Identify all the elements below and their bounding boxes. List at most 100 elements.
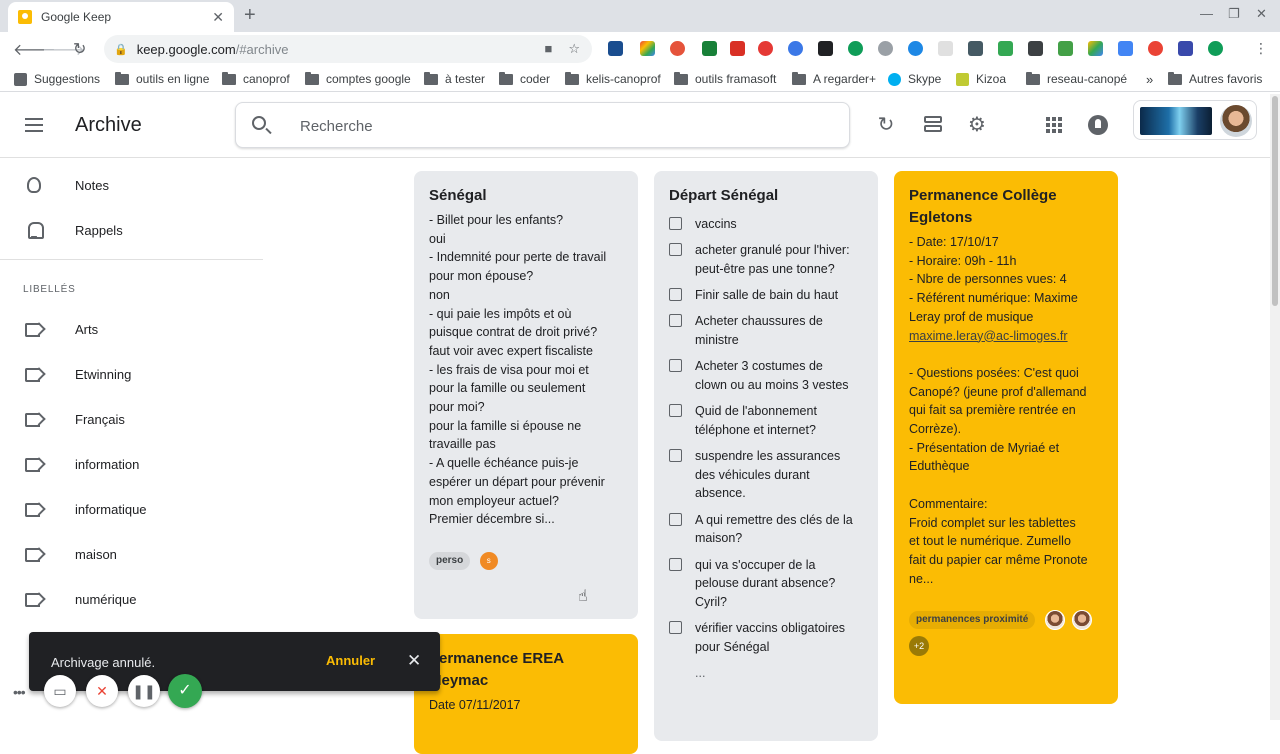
settings-gear-icon[interactable]: ⚙ bbox=[966, 114, 988, 136]
bookmark-folder-coder[interactable]: coder bbox=[499, 71, 550, 86]
extension-icon-20[interactable] bbox=[1178, 41, 1193, 56]
extension-icon-1[interactable] bbox=[608, 41, 623, 56]
note-card-senegal[interactable]: Sénégal - Billet pour les enfants? oui -… bbox=[414, 171, 638, 619]
extension-icon-2[interactable] bbox=[640, 41, 655, 56]
address-bar[interactable]: 🔒 keep.google.com/#archive ■ ☆ bbox=[104, 35, 592, 63]
bookmarks-overflow-chevron-icon[interactable]: » bbox=[1146, 72, 1153, 87]
snackbar-close-icon[interactable]: ✕ bbox=[407, 651, 421, 671]
avatar[interactable] bbox=[1220, 105, 1252, 137]
undo-button[interactable]: Annuler bbox=[326, 653, 375, 668]
checkbox[interactable] bbox=[669, 512, 682, 526]
maximize-button[interactable]: ❐ bbox=[1228, 6, 1240, 22]
checklist-item[interactable]: Acheter 3 costumes de clown ou au moins 3… bbox=[669, 357, 863, 394]
bookmark-folder-reseau-canope[interactable]: reseau-canopé bbox=[1026, 71, 1127, 86]
sidebar-item-label-informatique[interactable]: informatique bbox=[0, 489, 265, 529]
recorder-cancel-icon[interactable]: ✕ bbox=[86, 675, 118, 707]
new-tab-button[interactable]: + bbox=[244, 4, 256, 27]
extension-icon-14[interactable] bbox=[998, 41, 1013, 56]
page-scrollbar[interactable] bbox=[1270, 94, 1280, 720]
checklist-item[interactable]: acheter granulé pour l'hiver: peut-être p… bbox=[669, 241, 863, 278]
sidebar-item-label-etwinning[interactable]: Etwinning bbox=[0, 354, 265, 394]
google-drive-icon[interactable] bbox=[1088, 41, 1103, 56]
checkbox[interactable] bbox=[669, 404, 682, 418]
sidebar-item-label-maison[interactable]: maison bbox=[0, 534, 265, 574]
checklist-item[interactable]: Finir salle de bain du haut bbox=[669, 286, 863, 305]
sidebar-item-label-numerique[interactable]: numérique bbox=[0, 579, 265, 619]
browser-tab[interactable]: Google Keep ✕ bbox=[8, 2, 234, 32]
checklist-item[interactable]: qui va s'occuper de la pelouse durant abs… bbox=[669, 556, 863, 612]
recorder-camera-icon[interactable]: ▭ bbox=[44, 675, 76, 707]
extension-icon-18[interactable] bbox=[1118, 41, 1133, 56]
search-icon[interactable] bbox=[252, 116, 266, 130]
bookmark-folder-a-tester[interactable]: à tester bbox=[424, 71, 485, 86]
search-bar[interactable] bbox=[235, 102, 850, 148]
checkbox[interactable] bbox=[669, 621, 682, 635]
bookmark-suggestions[interactable]: Suggestions bbox=[14, 72, 100, 86]
note-card-permanence-erea[interactable]: Permanence EREA Meymac Date 07/11/2017 bbox=[414, 634, 638, 754]
extension-icon-12[interactable] bbox=[938, 41, 953, 56]
extension-icon-7[interactable] bbox=[788, 41, 803, 56]
extension-icon-3[interactable] bbox=[670, 41, 685, 56]
tab-close-icon[interactable]: ✕ bbox=[212, 9, 224, 26]
minimize-button[interactable]: — bbox=[1200, 6, 1213, 21]
bookmark-folder-outils-framasoft[interactable]: outils framasoft bbox=[674, 71, 776, 86]
extension-icon-13[interactable] bbox=[968, 41, 983, 56]
extension-icon-9[interactable] bbox=[848, 41, 863, 56]
refresh-icon[interactable]: ↻ bbox=[875, 114, 897, 136]
bookmark-folder-canoprof[interactable]: canoprof bbox=[222, 71, 290, 86]
notifications-icon[interactable] bbox=[1087, 114, 1109, 136]
bookmark-skype[interactable]: Skype bbox=[888, 72, 941, 86]
checklist-item[interactable]: Quid de l'abonnement téléphone et interne… bbox=[669, 402, 863, 439]
recorder-pause-icon[interactable]: ❚❚ bbox=[128, 675, 160, 707]
checkbox[interactable] bbox=[669, 449, 682, 463]
extension-icon-16[interactable] bbox=[1058, 41, 1073, 56]
checkbox[interactable] bbox=[669, 288, 682, 302]
extension-icon-8[interactable] bbox=[818, 41, 833, 56]
bookmark-folder-kelis-canoprof[interactable]: kelis-canoprof bbox=[565, 71, 661, 86]
bookmark-star-icon[interactable]: ☆ bbox=[568, 41, 580, 57]
extension-icon-10[interactable] bbox=[878, 41, 893, 56]
extension-icon-6[interactable] bbox=[758, 41, 773, 56]
checklist-item[interactable]: vaccins bbox=[669, 215, 863, 234]
browser-menu-icon[interactable]: ⋮ bbox=[1254, 40, 1268, 57]
main-menu-icon[interactable] bbox=[25, 118, 43, 132]
camera-icon[interactable]: ■ bbox=[544, 41, 552, 57]
google-apps-icon[interactable] bbox=[1043, 114, 1065, 136]
recorder-more-icon[interactable]: ••• bbox=[13, 684, 26, 700]
checklist-item[interactable]: A qui remettre des clés de la maison? bbox=[669, 511, 863, 548]
list-view-icon[interactable] bbox=[922, 114, 944, 136]
checkbox[interactable] bbox=[669, 314, 682, 328]
extension-icon-21[interactable] bbox=[1208, 41, 1223, 56]
search-input[interactable] bbox=[300, 115, 800, 137]
extension-icon-11[interactable] bbox=[908, 41, 923, 56]
extension-icon-19[interactable] bbox=[1148, 41, 1163, 56]
bookmark-folder-outils-en-ligne[interactable]: outils en ligne bbox=[115, 71, 209, 86]
email-link[interactable]: maxime.leray@ac-limoges.fr bbox=[909, 327, 1103, 346]
checklist-item[interactable]: suspendre les assurances des véhicules du… bbox=[669, 447, 863, 503]
sidebar-item-label-arts[interactable]: Arts bbox=[0, 309, 265, 349]
checkbox[interactable] bbox=[669, 359, 682, 373]
note-card-depart-senegal[interactable]: Départ Sénégal vaccins acheter granulé p… bbox=[654, 171, 878, 741]
sidebar-item-rappels[interactable]: Rappels bbox=[0, 210, 265, 250]
bookmark-folder-a-regarder[interactable]: A regarder+ bbox=[792, 71, 876, 86]
bookmark-folder-comptes-google[interactable]: comptes google bbox=[305, 71, 411, 86]
label-chip-perso[interactable]: perso bbox=[429, 551, 471, 570]
sidebar-item-notes[interactable]: Notes bbox=[0, 165, 265, 205]
checkbox[interactable] bbox=[669, 217, 682, 230]
label-chip-permanences-proximite[interactable]: permanences proximité bbox=[909, 611, 1036, 630]
reload-icon[interactable]: ↻ bbox=[73, 39, 86, 59]
extension-icon-5[interactable] bbox=[730, 41, 745, 56]
checkbox[interactable] bbox=[669, 557, 682, 571]
close-window-button[interactable]: ✕ bbox=[1256, 6, 1267, 22]
extension-icon-15[interactable] bbox=[1028, 41, 1043, 56]
recorder-done-check-icon[interactable]: ✓ bbox=[168, 674, 202, 708]
checkbox[interactable] bbox=[669, 243, 682, 257]
note-card-permanence-egletons[interactable]: Permanence Collège Egletons - Date: 17/1… bbox=[894, 171, 1118, 704]
checklist-item[interactable]: vérifier vaccins obligatoires pour Sénéga… bbox=[669, 619, 863, 656]
scrollbar-thumb[interactable] bbox=[1272, 96, 1278, 306]
bookmark-kizoa[interactable]: Kizoa bbox=[956, 72, 1006, 86]
sidebar-item-label-francais[interactable]: Français bbox=[0, 399, 265, 439]
extension-icon-4[interactable] bbox=[702, 41, 717, 56]
checklist-item[interactable]: Acheter chaussures de ministre bbox=[669, 312, 863, 349]
sidebar-item-label-information[interactable]: information bbox=[0, 444, 265, 484]
